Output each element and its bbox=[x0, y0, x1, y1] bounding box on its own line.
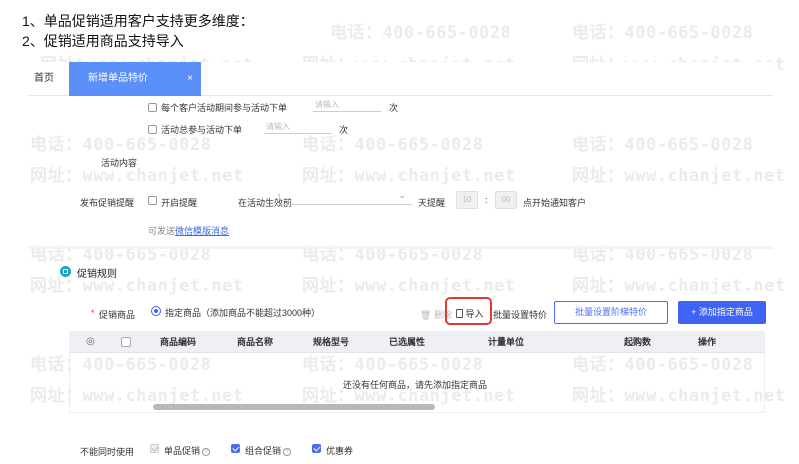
activity-content-label: 活动内容 bbox=[101, 158, 138, 168]
help-icon[interactable]: ? bbox=[283, 448, 292, 456]
chevron-down-icon: ⌄ bbox=[398, 190, 406, 200]
column-header: 起购数 bbox=[624, 337, 652, 347]
batch-special-price-button[interactable]: 批量设置特价 bbox=[493, 308, 547, 321]
reminder-hour-input[interactable]: 10 bbox=[456, 191, 478, 209]
reminder-days-select[interactable]: 1 ⌄ bbox=[275, 190, 412, 205]
coupon-checkbox[interactable] bbox=[312, 444, 321, 453]
add-specified-goods-button[interactable]: + 添加指定商品 bbox=[678, 301, 766, 324]
time-colon: : bbox=[485, 195, 488, 205]
watermark-site: 网址：www.chanjet.net bbox=[302, 276, 516, 296]
days-suffix-label: 天提醒 bbox=[418, 198, 446, 208]
column-settings-icon[interactable]: ◎ bbox=[86, 331, 95, 353]
trash-icon: 🗑 bbox=[420, 310, 432, 320]
tab-new-single-special[interactable]: 新增单品特价 × bbox=[69, 62, 201, 96]
column-header: 规格型号 bbox=[313, 337, 350, 347]
select-all-checkbox[interactable] bbox=[121, 337, 131, 347]
intro-line-1: 1、单品促销适用客户支持更多维度： bbox=[22, 13, 254, 29]
table-empty-text: 还没有任何商品，请先添加指定商品 bbox=[343, 380, 488, 390]
intro-line-2: 2、促销适用商品支持导入 bbox=[22, 33, 184, 49]
tab-bar: 首页 新增单品特价 × bbox=[28, 62, 773, 96]
reminder-label: 发布促销提醒 bbox=[80, 198, 135, 208]
reminder-minute-input[interactable]: 00 bbox=[495, 191, 517, 209]
table-scrollbar[interactable] bbox=[153, 404, 435, 410]
help-icon[interactable]: ? bbox=[202, 448, 211, 456]
close-icon[interactable]: × bbox=[187, 62, 193, 96]
radio-dot bbox=[154, 309, 158, 313]
import-highlight-box bbox=[445, 297, 492, 325]
watermark-phone: 电话：400-665-0028 bbox=[572, 135, 754, 155]
wechat-template-link[interactable]: 微信模版消息 bbox=[175, 226, 229, 236]
batch-tier-price-button[interactable]: 批量设置阶梯特价 bbox=[554, 301, 668, 324]
combo-promo-option: 组合促销? bbox=[245, 444, 292, 457]
watermark-phone: 电话：400-665-0028 bbox=[572, 245, 754, 265]
total-limit-checkbox[interactable] bbox=[148, 125, 157, 134]
total-limit-input[interactable]: 请输入 bbox=[264, 120, 332, 134]
watermark-phone: 电话：400-665-0028 bbox=[572, 23, 754, 43]
watermark-phone: 电话：400-665-0028 bbox=[330, 23, 512, 43]
single-promo-label: 单品促销 bbox=[164, 446, 201, 456]
promo-goods-label: 促销商品 bbox=[99, 310, 136, 320]
tab-home[interactable]: 首页 bbox=[34, 62, 54, 96]
column-header: 已选属性 bbox=[389, 337, 426, 347]
single-promo-option: 单品促销? bbox=[164, 444, 211, 457]
table-header: ◎ 商品编码 商品名称 规格型号 已选属性 计量单位 起购数 操作 bbox=[69, 331, 765, 353]
single-promo-checkbox bbox=[150, 444, 159, 453]
column-header: 商品编码 bbox=[160, 337, 197, 347]
combo-promo-label: 组合促销 bbox=[245, 446, 282, 456]
combo-promo-checkbox[interactable] bbox=[231, 444, 240, 453]
required-mark: * bbox=[91, 308, 95, 318]
column-header: 计量单位 bbox=[488, 337, 525, 347]
tab-label: 新增单品特价 bbox=[88, 73, 148, 84]
column-header: 商品名称 bbox=[237, 337, 274, 347]
rules-section-icon-inner bbox=[63, 269, 68, 274]
enable-reminder-label: 开启提醒 bbox=[161, 198, 198, 208]
per-customer-input[interactable]: 请输入 bbox=[313, 98, 381, 112]
per-customer-checkbox[interactable] bbox=[148, 103, 157, 112]
specified-goods-radio[interactable] bbox=[151, 306, 161, 316]
wechat-prefix: 可发送 bbox=[148, 226, 176, 236]
total-limit-label: 活动总参与活动下单 bbox=[161, 125, 243, 135]
column-header: 操作 bbox=[698, 337, 717, 347]
rules-section-title: 促销规则 bbox=[77, 269, 117, 280]
total-limit-unit: 次 bbox=[339, 125, 349, 135]
notify-customer-label: 点开始通知客户 bbox=[523, 198, 587, 208]
reminder-days-value: 1 bbox=[277, 193, 282, 202]
wechat-hint: 可发送微信模版消息 bbox=[148, 224, 229, 237]
watermark-site: 网址：www.chanjet.net bbox=[302, 166, 516, 186]
per-customer-label: 每个客户活动期间参与活动下单 bbox=[161, 103, 288, 113]
section-divider bbox=[28, 246, 773, 249]
specified-goods-label: 指定商品（添加商品不能超过3000种） bbox=[165, 308, 321, 318]
coupon-label: 优惠券 bbox=[326, 446, 354, 456]
watermark-phone: 电话：400-665-0028 bbox=[30, 245, 212, 265]
enable-reminder-checkbox[interactable] bbox=[148, 196, 157, 205]
per-customer-unit: 次 bbox=[389, 103, 399, 113]
exclusive-usage-label: 不能同时使用 bbox=[80, 447, 135, 457]
watermark-phone: 电话：400-665-0028 bbox=[302, 245, 484, 265]
watermark-site: 网址：www.chanjet.net bbox=[572, 166, 786, 186]
watermark-site: 网址：www.chanjet.net bbox=[572, 276, 786, 296]
